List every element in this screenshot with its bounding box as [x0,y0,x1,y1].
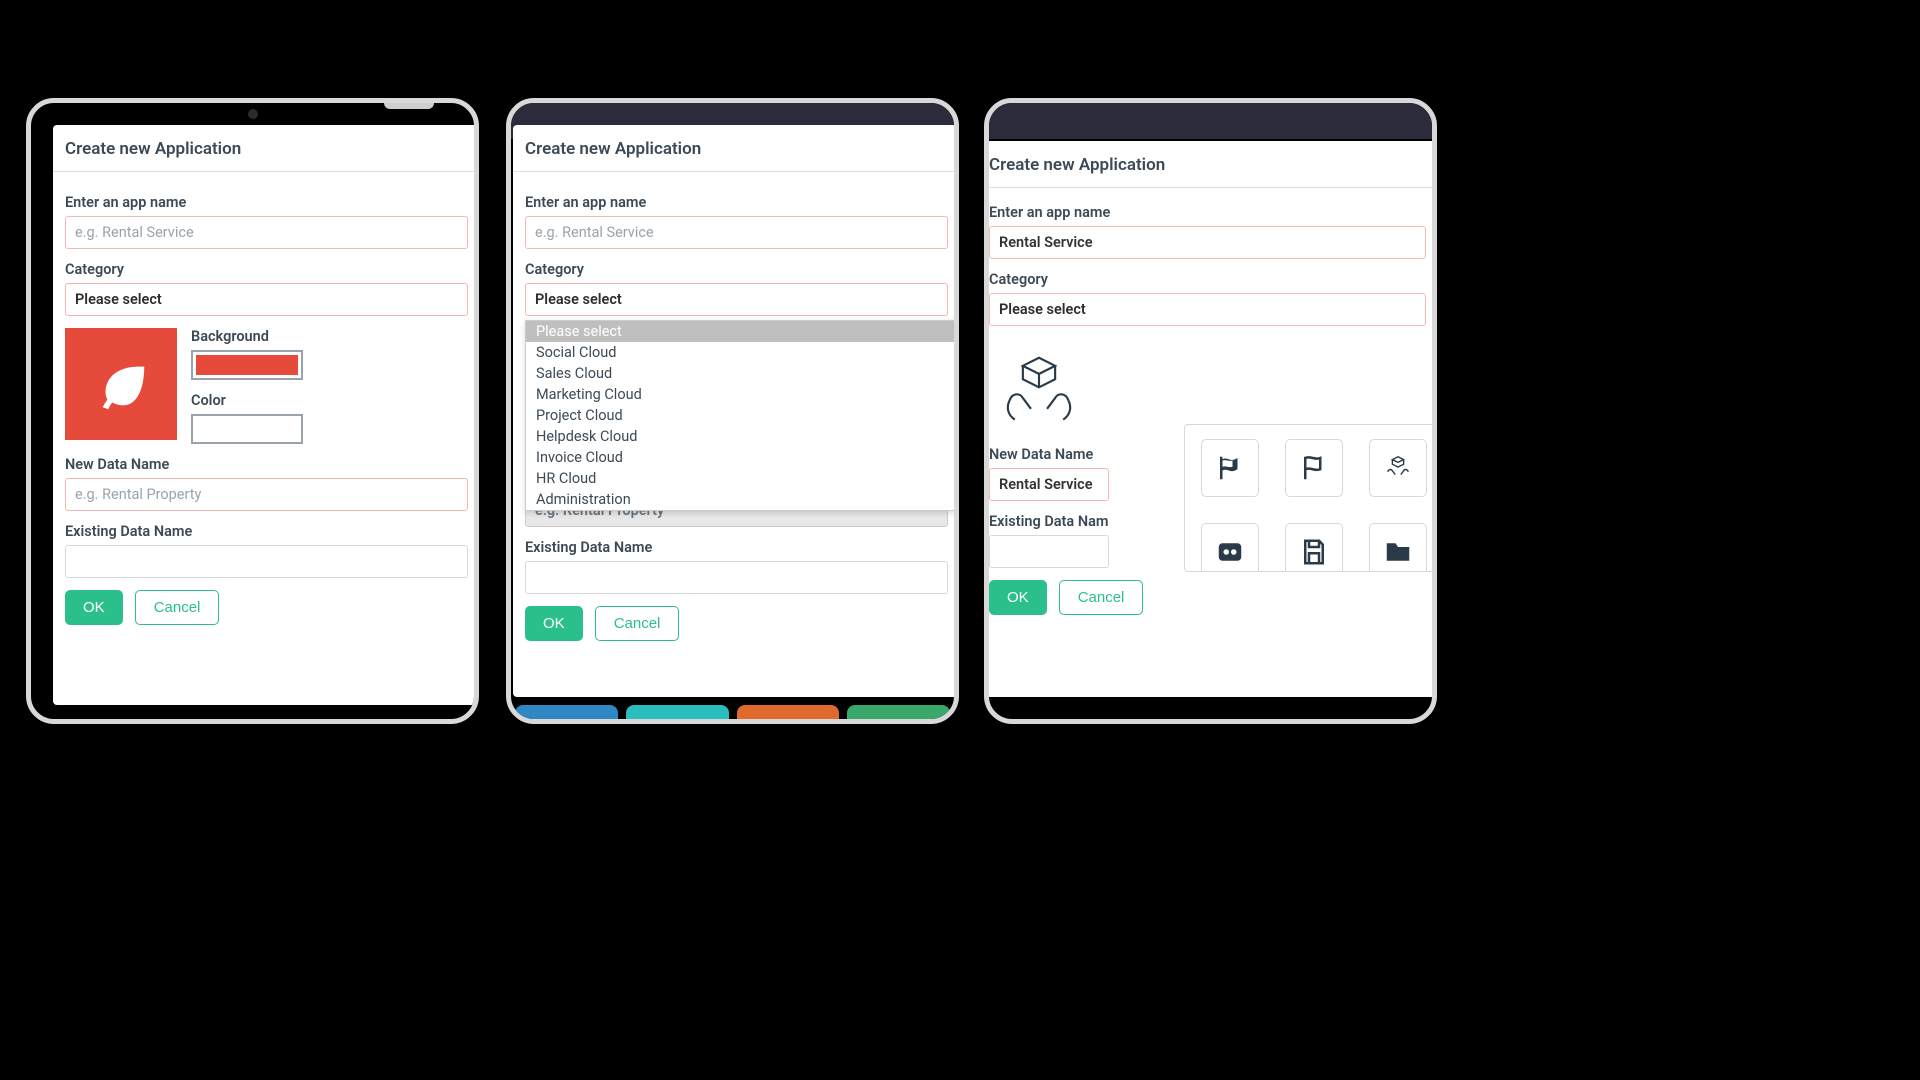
category-label: Category [989,271,1426,288]
new-data-input[interactable]: e.g. Rental Property [65,478,468,511]
category-option[interactable]: Please select [526,321,959,342]
app-name-label: Enter an app name [65,194,468,211]
icon-option-flickr[interactable] [1201,523,1259,572]
new-data-label: New Data Name [65,456,468,473]
dialog: Create new Application Enter an app name… [53,125,479,705]
icon-option-folder[interactable] [1369,523,1427,572]
app-name-label: Enter an app name [989,204,1426,221]
ok-button[interactable]: OK [65,590,123,625]
cancel-button[interactable]: Cancel [595,606,680,641]
existing-data-input[interactable] [989,535,1109,568]
color-swatch[interactable] [191,414,303,444]
ok-button[interactable]: OK [525,606,583,641]
category-option[interactable]: Helpdesk Cloud [526,426,959,447]
dialog: Create new Application Enter an app name… [513,125,959,697]
leaf-icon [90,353,152,415]
cancel-button[interactable]: Cancel [135,590,220,625]
dialog-title: Create new Application [53,125,479,172]
category-option[interactable]: Marketing Cloud [526,384,959,405]
background-label: Background [191,328,468,345]
tablet-2: Create new Application Enter an app name… [506,98,959,724]
existing-data-input[interactable] [525,561,948,594]
cancel-button[interactable]: Cancel [1059,580,1144,615]
app-name-input[interactable]: Rental Service [989,226,1426,259]
icon-picker: A [1184,424,1437,572]
existing-data-label: Existing Data Name [65,523,468,540]
new-data-label: New Data Name [989,446,1109,463]
icon-preview[interactable] [989,340,1089,440]
ok-button[interactable]: OK [989,580,1047,615]
existing-data-label: Existing Data Name [525,539,948,556]
tablet-3: Create new Application Enter an app name… [984,98,1437,724]
category-option[interactable]: Project Cloud [526,405,959,426]
tablet-1: Create new Application Enter an app name… [26,98,479,724]
category-dropdown: Please selectSocial CloudSales CloudMark… [525,320,959,511]
app-name-input[interactable]: e.g. Rental Service [525,216,948,249]
category-option[interactable]: HR Cloud [526,468,959,489]
hands-box-icon [996,347,1082,433]
category-option[interactable]: Invoice Cloud [526,447,959,468]
category-option[interactable]: Social Cloud [526,342,959,363]
icon-option-save[interactable] [1285,523,1343,572]
icon-preview-tile[interactable] [65,328,177,440]
icon-option-flag[interactable] [1285,439,1343,497]
icon-option-flag-checkered[interactable] [1201,439,1259,497]
dialog-title: Create new Application [513,125,959,172]
new-data-input[interactable]: Rental Service [989,468,1109,501]
category-option[interactable]: Sales Cloud [526,363,959,384]
category-select[interactable]: Please select [989,293,1426,326]
category-select[interactable]: Please select [65,283,468,316]
background-swatch[interactable] [191,350,303,380]
color-label: Color [191,392,468,409]
category-option[interactable]: Administration [526,489,959,510]
app-name-input[interactable]: e.g. Rental Service [65,216,468,249]
icon-option-hands-box[interactable] [1369,439,1427,497]
dialog: Create new Application Enter an app name… [984,141,1437,697]
existing-data-label: Existing Data Nam [989,513,1109,530]
dialog-title: Create new Application [984,141,1437,188]
app-name-label: Enter an app name [525,194,948,211]
category-label: Category [65,261,468,278]
existing-data-input[interactable] [65,545,468,578]
category-label: Category [525,261,948,278]
category-select[interactable]: Please select [525,283,948,316]
